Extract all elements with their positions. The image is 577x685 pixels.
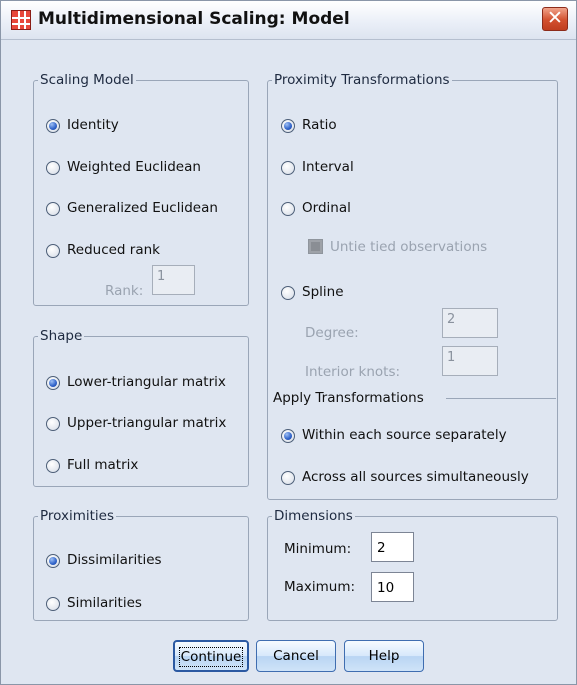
mds-model-dialog: Multidimensional Scaling: Model ✕ Scalin… (0, 0, 577, 685)
radio-dissimilarities-indicator[interactable] (46, 554, 60, 568)
cancel-button[interactable]: Cancel (256, 640, 336, 672)
minimum-label: Minimum: (284, 541, 352, 557)
radio-interval-label: Interval (302, 159, 354, 175)
radio-reduced-rank-indicator[interactable] (46, 244, 60, 258)
radio-dissimilarities-label: Dissimilarities (67, 552, 162, 568)
untie-tied-checkbox[interactable] (308, 239, 323, 254)
cancel-button-label: Cancel (273, 648, 319, 664)
radio-identity-indicator[interactable] (46, 119, 60, 133)
radio-spline-indicator[interactable] (281, 286, 295, 300)
maximum-label: Maximum: (284, 579, 356, 595)
radio-ordinal-label: Ordinal (302, 200, 351, 216)
radio-generalized-euclidean-label: Generalized Euclidean (67, 200, 218, 216)
radio-full-matrix-indicator[interactable] (46, 459, 60, 473)
close-icon: ✕ (547, 7, 563, 29)
radio-lower-triangular-indicator[interactable] (46, 376, 60, 390)
degree-label: Degree: (305, 325, 359, 341)
apply-transformations-divider (446, 398, 556, 399)
minimum-field[interactable]: 2 (371, 532, 414, 562)
radio-ratio-indicator[interactable] (281, 119, 295, 133)
spss-app-icon (11, 10, 31, 30)
dimensions-legend: Dimensions (272, 508, 355, 524)
radio-upper-triangular-indicator[interactable] (46, 417, 60, 431)
interior-knots-field[interactable]: 1 (442, 346, 498, 376)
rank-field[interactable]: 1 (152, 265, 195, 295)
shape-group: Shape (33, 328, 249, 487)
continue-button[interactable]: Continue (173, 640, 249, 672)
radio-ratio-label: Ratio (302, 117, 337, 133)
radio-similarities-label: Similarities (67, 595, 142, 611)
radio-upper-triangular-label: Upper-triangular matrix (67, 415, 227, 431)
continue-button-label: Continue (178, 647, 244, 667)
shape-legend: Shape (38, 328, 85, 344)
radio-across-sources-label: Across all sources simultaneously (302, 469, 529, 485)
dialog-title: Multidimensional Scaling: Model (38, 9, 350, 29)
radio-spline-label: Spline (302, 284, 344, 300)
radio-weighted-euclidean-label: Weighted Euclidean (67, 159, 201, 175)
close-button[interactable]: ✕ (542, 7, 568, 31)
degree-field[interactable]: 2 (442, 308, 498, 338)
proximity-transformations-legend: Proximity Transformations (272, 72, 452, 88)
maximum-field[interactable]: 10 (371, 572, 414, 602)
radio-identity-label: Identity (67, 117, 119, 133)
untie-tied-label: Untie tied observations (330, 239, 488, 255)
radio-weighted-euclidean-indicator[interactable] (46, 161, 60, 175)
radio-interval-indicator[interactable] (281, 161, 295, 175)
radio-across-sources-indicator[interactable] (281, 471, 295, 485)
apply-transformations-label: Apply Transformations (273, 390, 424, 406)
interior-knots-label: Interior knots: (305, 364, 401, 380)
title-bar[interactable]: Multidimensional Scaling: Model ✕ (1, 1, 576, 40)
help-button[interactable]: Help (344, 640, 424, 672)
radio-within-source-indicator[interactable] (281, 429, 295, 443)
radio-lower-triangular-label: Lower-triangular matrix (67, 374, 226, 390)
scaling-model-group: Scaling Model (33, 72, 249, 306)
radio-ordinal-indicator[interactable] (281, 202, 295, 216)
radio-reduced-rank-label: Reduced rank (67, 242, 160, 258)
radio-generalized-euclidean-indicator[interactable] (46, 202, 60, 216)
radio-full-matrix-label: Full matrix (67, 457, 139, 473)
help-button-label: Help (368, 648, 400, 664)
radio-within-source-label: Within each source separately (302, 427, 507, 443)
radio-similarities-indicator[interactable] (46, 597, 60, 611)
scaling-model-legend: Scaling Model (38, 72, 136, 88)
proximities-legend: Proximities (38, 508, 117, 524)
rank-label: Rank: (105, 283, 144, 299)
